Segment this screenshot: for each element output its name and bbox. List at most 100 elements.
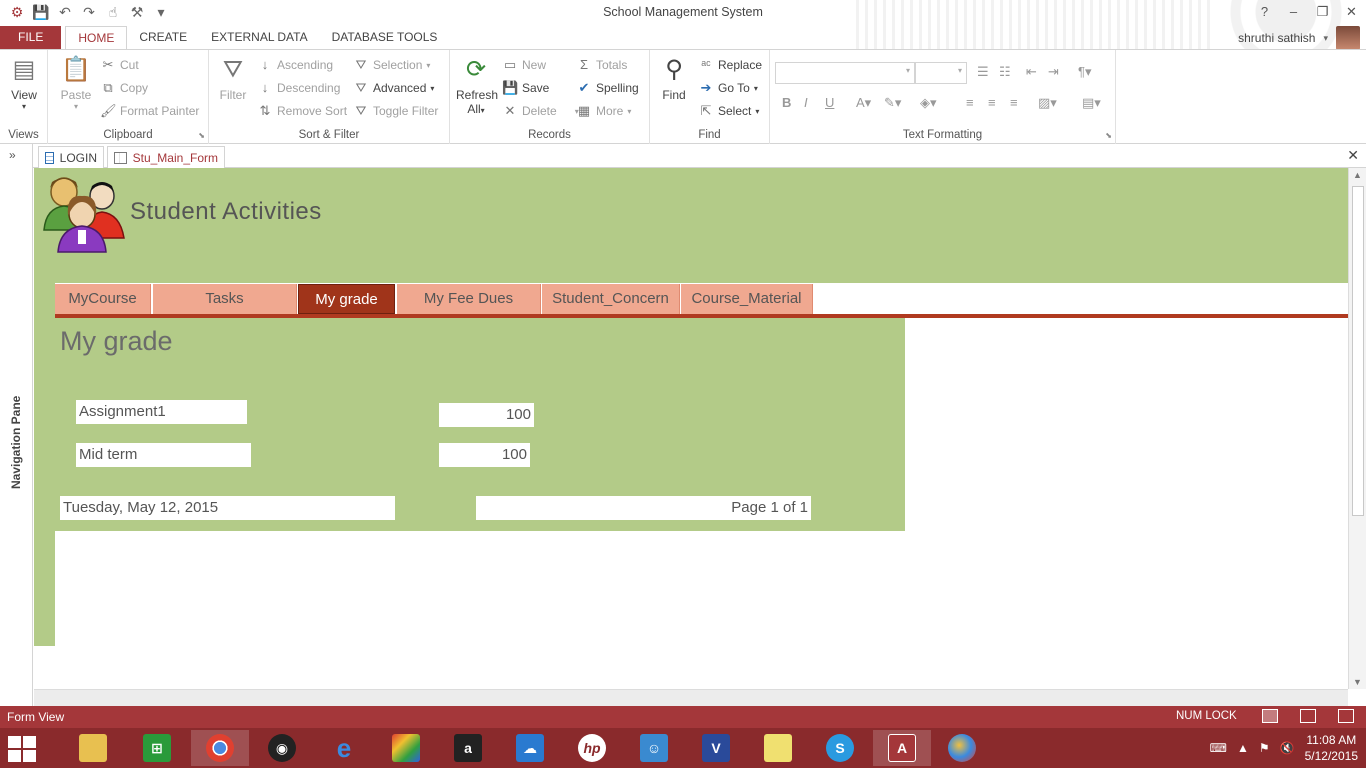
more-button[interactable]: ▦ More ▾	[576, 103, 632, 119]
flag-icon[interactable]: ⚑	[1259, 741, 1270, 755]
taskbar-app[interactable]: ☺	[625, 730, 683, 766]
scroll-thumb[interactable]	[1352, 186, 1364, 516]
save-icon[interactable]: 💾	[32, 3, 50, 21]
clipboard-launcher-icon[interactable]: ⬊	[198, 131, 205, 140]
view-button[interactable]: ▤ View ▾	[6, 54, 42, 111]
cut-button[interactable]: ✂ Cut	[100, 57, 139, 73]
form-view-icon[interactable]	[1262, 709, 1278, 723]
tab-my-fee-dues[interactable]: My Fee Dues	[397, 284, 541, 314]
undo-icon[interactable]: ↶	[56, 3, 74, 21]
tab-create[interactable]: CREATE	[127, 26, 199, 49]
user-account[interactable]: shruthi sathish ▾	[1238, 26, 1360, 50]
select-button[interactable]: ⇱ Select ▾	[698, 103, 760, 119]
grade-name-field[interactable]: Assignment1	[76, 400, 247, 424]
nav-pane-label[interactable]: Navigation Pane	[9, 369, 23, 489]
minimize-button[interactable]: –	[1279, 0, 1308, 24]
taskbar-store[interactable]: ⊞	[128, 730, 186, 766]
save-record-button[interactable]: 💾 Save	[502, 80, 549, 96]
copy-button[interactable]: ⧉ Copy	[100, 80, 148, 96]
toggle-filter-button[interactable]: ⛛ Toggle Filter	[353, 103, 439, 119]
ascending-button[interactable]: ↓ Ascending	[257, 57, 333, 72]
taskbar-skype[interactable]: S	[811, 730, 869, 766]
close-document-icon[interactable]: ✕	[1347, 147, 1359, 164]
help-button[interactable]: ?	[1250, 0, 1279, 24]
restore-button[interactable]: ❐	[1308, 0, 1337, 24]
nav-pane-toggle-icon[interactable]: »	[9, 148, 16, 162]
close-button[interactable]: ✕	[1337, 0, 1366, 24]
font-color-icon[interactable]: A▾	[856, 95, 871, 111]
selection-button[interactable]: ⛛ Selection ▾	[353, 57, 431, 73]
redo-icon[interactable]: ↷	[80, 3, 98, 21]
user-dropdown-icon[interactable]: ▾	[1323, 33, 1328, 44]
grade-value-field[interactable]: 100	[439, 443, 530, 467]
vertical-scrollbar[interactable]: ▲ ▼	[1348, 168, 1366, 689]
access-app-icon[interactable]: ⚙	[8, 3, 26, 21]
show-hidden-icons-icon[interactable]: ▲	[1237, 741, 1249, 755]
bullets-icon[interactable]: ☰	[977, 64, 989, 80]
remove-sort-button[interactable]: ⇅ Remove Sort	[257, 103, 347, 119]
alternate-row-color-icon[interactable]: ▨▾	[1038, 95, 1057, 111]
tab-external-data[interactable]: EXTERNAL DATA	[199, 26, 319, 49]
grade-name-field[interactable]: Mid term	[76, 443, 251, 467]
decrease-indent-icon[interactable]: ⇤	[1026, 64, 1037, 80]
taskbar-amazon[interactable]: a	[439, 730, 497, 766]
taskbar-hp[interactable]: hp	[563, 730, 621, 766]
scroll-up-icon[interactable]: ▲	[1353, 170, 1362, 180]
advanced-button[interactable]: ⛛ Advanced ▾	[353, 80, 435, 96]
highlight-icon[interactable]: ✎▾	[884, 95, 901, 111]
tab-database-tools[interactable]: DATABASE TOOLS	[320, 26, 450, 49]
doc-tab-login[interactable]: LOGIN	[38, 146, 104, 168]
paragraph-icon[interactable]: ¶▾	[1078, 64, 1092, 80]
taskbar-visio[interactable]: V	[687, 730, 745, 766]
horizontal-scrollbar[interactable]	[34, 689, 1348, 706]
scroll-down-icon[interactable]: ▼	[1353, 677, 1362, 687]
paste-button[interactable]: 📋 Paste ▾	[56, 54, 96, 111]
delete-record-button[interactable]: ✕ Delete ▾	[502, 103, 579, 119]
totals-button[interactable]: Σ Totals	[576, 57, 627, 72]
fill-color-icon[interactable]: ◈▾	[920, 95, 937, 111]
clock[interactable]: 11:08 AM 5/12/2015	[1305, 732, 1358, 764]
bold-button[interactable]: B	[782, 95, 791, 110]
doc-tab-stu-main-form[interactable]: Stu_Main_Form	[107, 146, 225, 168]
design-view-icon[interactable]	[1338, 709, 1354, 723]
spelling-button[interactable]: ✔ Spelling	[576, 80, 639, 96]
grade-value-field[interactable]: 100	[439, 403, 534, 427]
italic-button[interactable]: I	[804, 95, 808, 110]
new-record-button[interactable]: ▭ New	[502, 57, 546, 73]
font-name-combo[interactable]: ▾	[775, 62, 915, 84]
taskbar-media[interactable]: ◉	[253, 730, 311, 766]
text-formatting-launcher-icon[interactable]: ⬊	[1105, 131, 1112, 140]
keyboard-icon[interactable]: ⌨	[1210, 741, 1227, 755]
tab-my-grade[interactable]: My grade	[298, 284, 395, 314]
align-right-icon[interactable]: ≡	[1010, 95, 1018, 110]
tab-mycourse[interactable]: MyCourse	[55, 284, 151, 314]
align-center-icon[interactable]: ≡	[988, 95, 996, 110]
qat-dropdown-icon[interactable]: ▾	[152, 3, 170, 21]
tab-student-concern[interactable]: Student_Concern	[542, 284, 680, 314]
format-painter-button[interactable]: 🖌 Format Painter	[100, 103, 199, 119]
taskbar-file-explorer[interactable]	[64, 730, 122, 766]
taskbar-internet-explorer[interactable]: e	[315, 730, 373, 766]
navigation-pane[interactable]: » Navigation Pane	[0, 144, 33, 706]
tab-file[interactable]: FILE	[0, 26, 62, 49]
taskbar-sticky-notes[interactable]	[749, 730, 807, 766]
taskbar-access[interactable]: A	[873, 730, 931, 766]
taskbar-puzzle[interactable]	[377, 730, 435, 766]
user-name[interactable]: shruthi sathish	[1238, 31, 1315, 45]
avatar[interactable]	[1336, 26, 1360, 50]
taskbar-onedrive[interactable]: ☁	[501, 730, 559, 766]
layout-view-icon[interactable]	[1300, 709, 1316, 723]
start-button[interactable]	[8, 736, 38, 762]
refresh-all-button[interactable]: ⟳ Refresh All▾	[456, 54, 498, 116]
tab-course-material[interactable]: Course_Material	[681, 284, 813, 314]
volume-muted-icon[interactable]: 🔇	[1280, 741, 1295, 755]
touch-mode-icon[interactable]: ☝	[104, 3, 122, 21]
gridlines-icon[interactable]: ▤▾	[1082, 95, 1101, 111]
tab-home[interactable]: HOME	[65, 26, 128, 49]
taskbar-paint[interactable]	[933, 730, 991, 766]
descending-button[interactable]: ↓ Descending	[257, 80, 341, 95]
underline-button[interactable]: U	[825, 95, 834, 110]
tab-tasks[interactable]: Tasks	[153, 284, 297, 314]
replace-button[interactable]: ᵃᶜ Replace	[698, 57, 762, 72]
find-button[interactable]: ⚲ Find	[656, 54, 692, 102]
